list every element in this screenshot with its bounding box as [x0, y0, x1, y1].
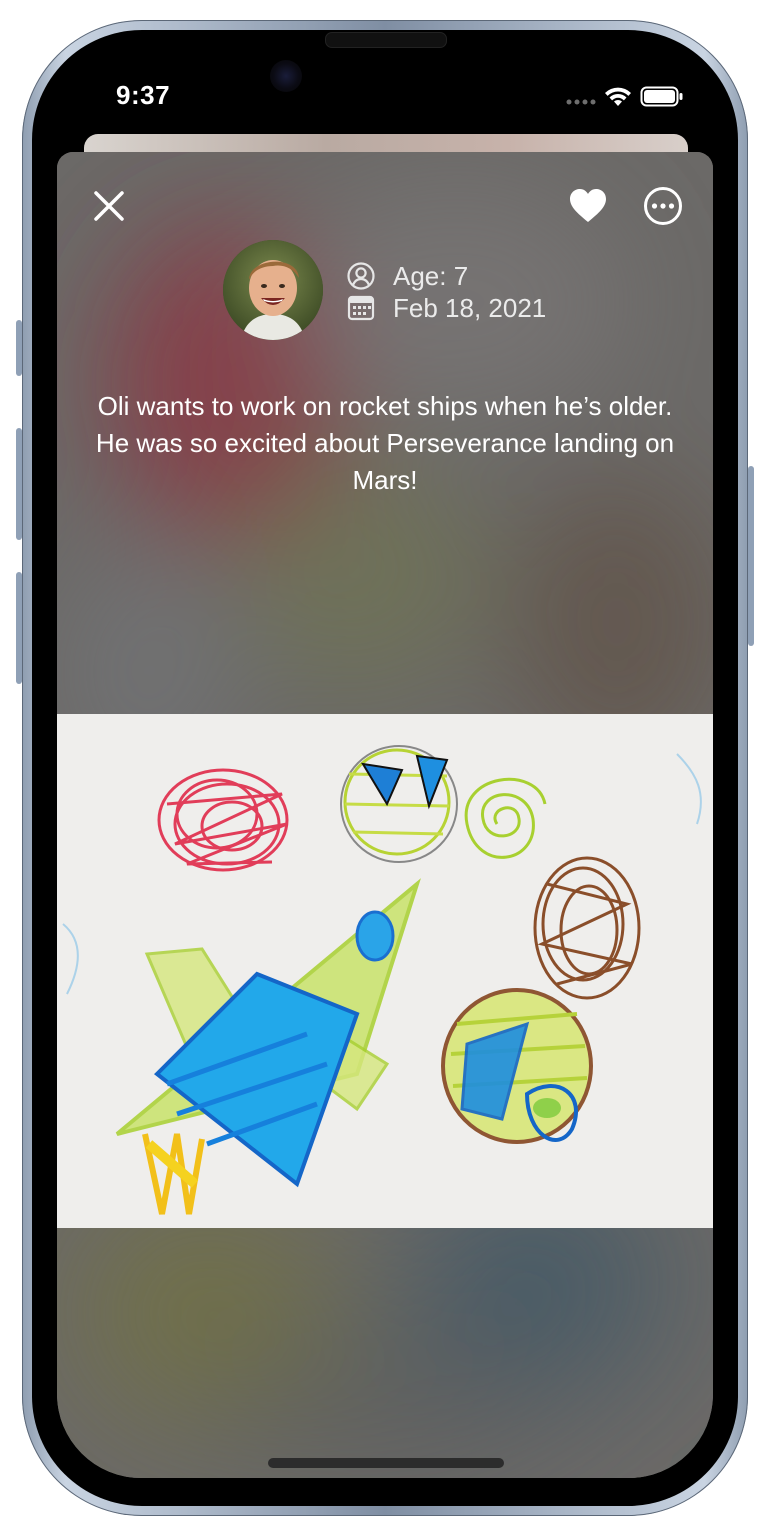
volume-down-button — [16, 572, 22, 684]
mute-switch — [16, 320, 22, 376]
power-button — [748, 466, 754, 646]
ellipsis-circle-icon[interactable] — [643, 186, 683, 226]
date-label: Feb 18, 2021 — [393, 292, 547, 323]
memory-card: Age: 7 Feb 18, 2021 Oli wants to work on… — [57, 152, 713, 1478]
home-indicator[interactable] — [268, 1458, 504, 1468]
earth-planet — [441, 988, 593, 1144]
close-icon[interactable] — [93, 190, 125, 222]
age-label: Age: 7 — [393, 260, 469, 291]
date-row: Feb 18, 2021 — [347, 292, 546, 324]
age-row: Age: 7 — [347, 260, 468, 292]
speaker-grille — [325, 32, 447, 48]
memory-caption: Oli wants to work on rocket ships when h… — [95, 391, 675, 495]
status-time: 9:37 — [116, 80, 171, 110]
wifi-icon — [605, 87, 631, 106]
heart-icon[interactable] — [569, 188, 607, 224]
person-circle-icon — [347, 262, 375, 290]
battery-icon — [640, 86, 683, 107]
volume-up-button — [16, 428, 22, 540]
calendar-icon — [347, 295, 375, 321]
child-avatar — [223, 240, 323, 340]
crayon-drawing[interactable] — [57, 714, 713, 1228]
signal-icon — [566, 99, 596, 105]
status-icons — [566, 86, 683, 107]
front-camera — [270, 60, 302, 92]
